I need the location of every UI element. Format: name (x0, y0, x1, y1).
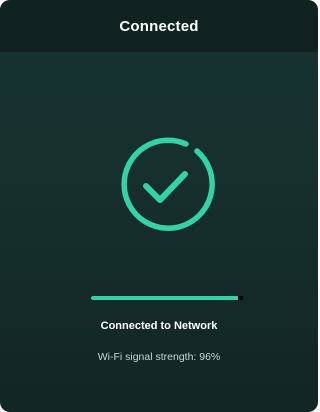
status-title: Connected to Network (100, 320, 218, 332)
dialog-title: Connected (119, 17, 199, 35)
signal-strength-text: Wi-Fi signal strength: 96% (97, 351, 221, 363)
connection-progress-bar (91, 296, 243, 300)
progress-fill (91, 296, 239, 300)
dialog-header: Connected (0, 0, 318, 52)
check-circle-icon (116, 135, 216, 235)
connection-dialog: Connected Connected to Network Wi-Fi sig… (0, 0, 318, 412)
